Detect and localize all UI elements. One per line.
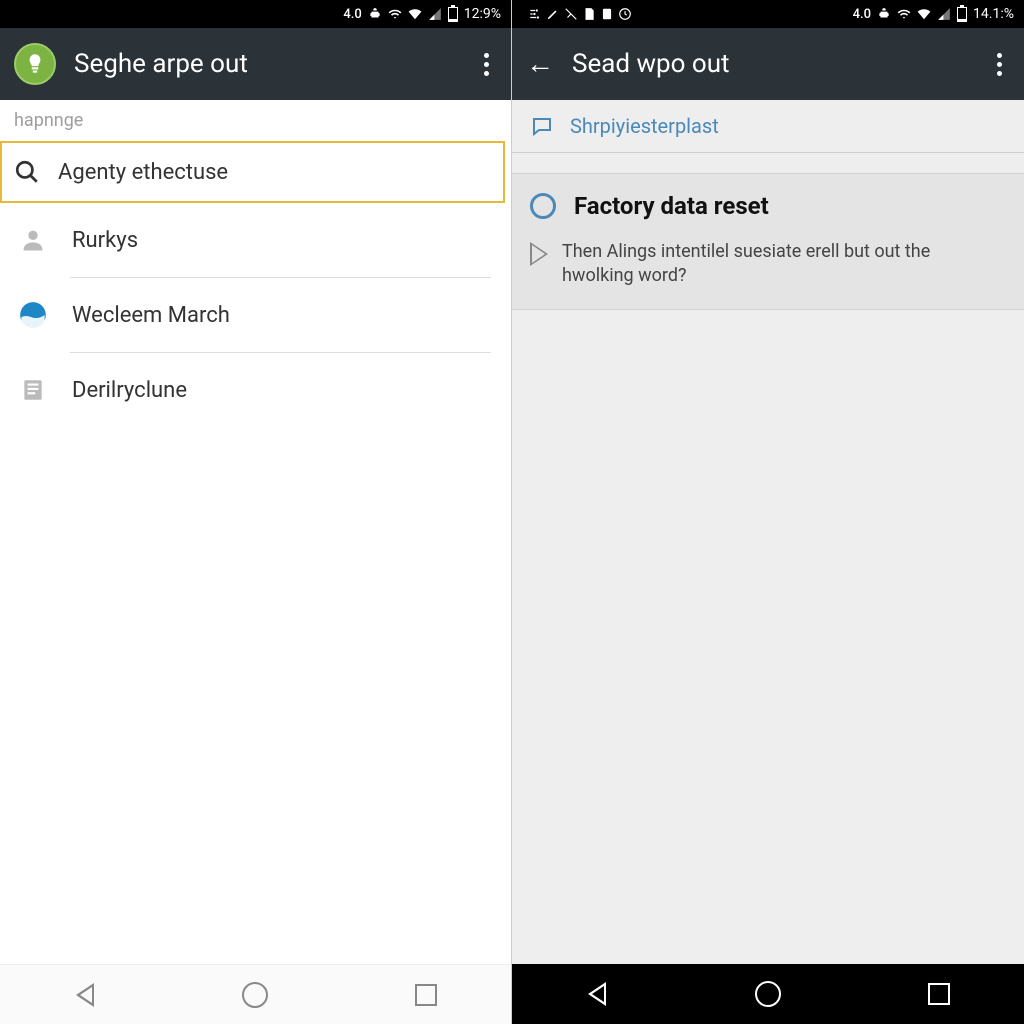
list-area: Rurkys Wecleem March Derilryclune bbox=[0, 203, 511, 427]
nav-bar bbox=[0, 964, 511, 1024]
globe-icon bbox=[18, 300, 48, 330]
nav-home-icon[interactable] bbox=[215, 982, 295, 1008]
signal-icon bbox=[428, 7, 442, 21]
chat-icon bbox=[530, 114, 554, 138]
settings-section: Factory data reset Then Alings intentile… bbox=[512, 173, 1024, 310]
wifi-full-icon bbox=[408, 7, 422, 21]
nav-recents-icon[interactable] bbox=[386, 984, 466, 1006]
clock-icon bbox=[618, 7, 632, 21]
nav-back-icon[interactable] bbox=[557, 982, 637, 1006]
section-title: Factory data reset bbox=[574, 192, 769, 220]
phone-screen-right: 4.0 14.1:% ← Sead wpo out Shrpiyiesterpl… bbox=[512, 0, 1024, 1024]
status-bar: 4.0 12:9% bbox=[0, 0, 511, 28]
sd-card-icon bbox=[582, 7, 596, 21]
list-item[interactable]: Wecleem March bbox=[14, 278, 511, 352]
wifi-icon bbox=[388, 7, 402, 21]
wifi-icon bbox=[897, 7, 911, 21]
document-icon bbox=[18, 375, 48, 405]
signal-icon bbox=[937, 7, 951, 21]
wifi-full-icon bbox=[917, 7, 931, 21]
section-desc: Then Alings intentilel suesiate erell bu… bbox=[562, 240, 1006, 289]
help-link-text: Shrpiyiesterplast bbox=[570, 114, 719, 138]
app-title: Seghe arpe out bbox=[74, 49, 458, 79]
list-item[interactable]: Rurkys bbox=[14, 203, 511, 277]
battery-icon bbox=[957, 7, 967, 22]
app-bar: Seghe arpe out bbox=[0, 28, 511, 100]
section-label: hapnnge bbox=[0, 100, 511, 137]
list-item-label: Wecleem March bbox=[72, 303, 230, 328]
network-label: 4.0 bbox=[343, 7, 361, 22]
app-bar: ← Sead wpo out bbox=[512, 28, 1024, 100]
battery-percent: 14.1:% bbox=[973, 6, 1014, 22]
battery-percent: 12:9% bbox=[464, 6, 501, 22]
battery-icon bbox=[448, 7, 458, 22]
overflow-menu-icon[interactable] bbox=[989, 45, 1010, 84]
back-arrow-icon[interactable]: ← bbox=[526, 50, 554, 78]
play-icon bbox=[530, 242, 548, 266]
list-item-label: Rurkys bbox=[72, 228, 138, 253]
app-logo-icon[interactable] bbox=[14, 43, 56, 85]
network-label: 4.0 bbox=[853, 7, 871, 22]
notification-icon bbox=[600, 7, 614, 21]
section-header[interactable]: Factory data reset bbox=[512, 174, 1024, 234]
nav-recents-icon[interactable] bbox=[899, 983, 979, 1005]
radio-icon[interactable] bbox=[530, 193, 556, 219]
nav-bar bbox=[512, 964, 1024, 1024]
section-desc-row[interactable]: Then Alings intentilel suesiate erell bu… bbox=[512, 234, 1024, 309]
overflow-menu-icon[interactable] bbox=[476, 45, 497, 84]
no-signal-icon bbox=[564, 7, 578, 21]
nav-back-icon[interactable] bbox=[45, 983, 125, 1007]
help-link-row[interactable]: Shrpiyiesterplast bbox=[512, 100, 1024, 153]
search-text: Agenty ethectuse bbox=[58, 160, 228, 185]
list-item[interactable]: Derilryclune bbox=[14, 353, 511, 427]
phone-screen-left: 4.0 12:9% Seghe arpe out hapnnge Agenty … bbox=[0, 0, 512, 1024]
bug-icon bbox=[877, 7, 891, 21]
status-bar: 4.0 14.1:% bbox=[512, 0, 1024, 28]
list-item-label: Derilryclune bbox=[72, 378, 187, 403]
app-title: Sead wpo out bbox=[572, 49, 971, 79]
bug-icon bbox=[368, 7, 382, 21]
settings-toggle-icon bbox=[528, 7, 542, 21]
edit-icon bbox=[546, 7, 560, 21]
nav-home-icon[interactable] bbox=[728, 981, 808, 1007]
search-box[interactable]: Agenty ethectuse bbox=[0, 141, 505, 203]
search-icon bbox=[14, 159, 40, 185]
person-icon bbox=[18, 225, 48, 255]
